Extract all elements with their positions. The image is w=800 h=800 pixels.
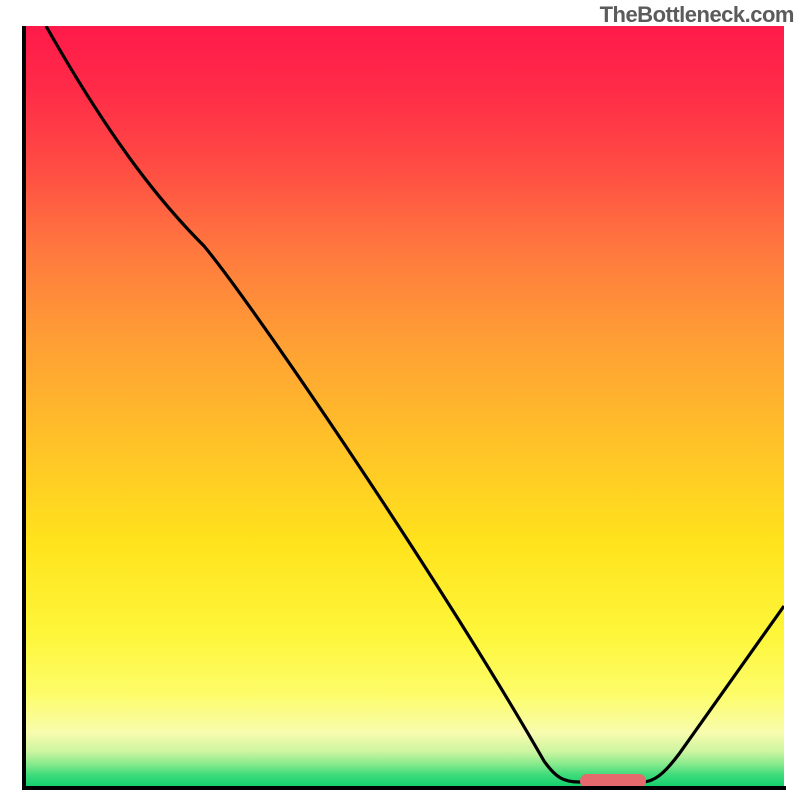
x-axis bbox=[22, 786, 786, 790]
bottleneck-curve bbox=[46, 26, 784, 782]
watermark-text: TheBottleneck.com bbox=[600, 2, 794, 28]
curve-layer bbox=[24, 26, 784, 786]
y-axis bbox=[22, 26, 26, 790]
plot-area bbox=[24, 26, 784, 786]
